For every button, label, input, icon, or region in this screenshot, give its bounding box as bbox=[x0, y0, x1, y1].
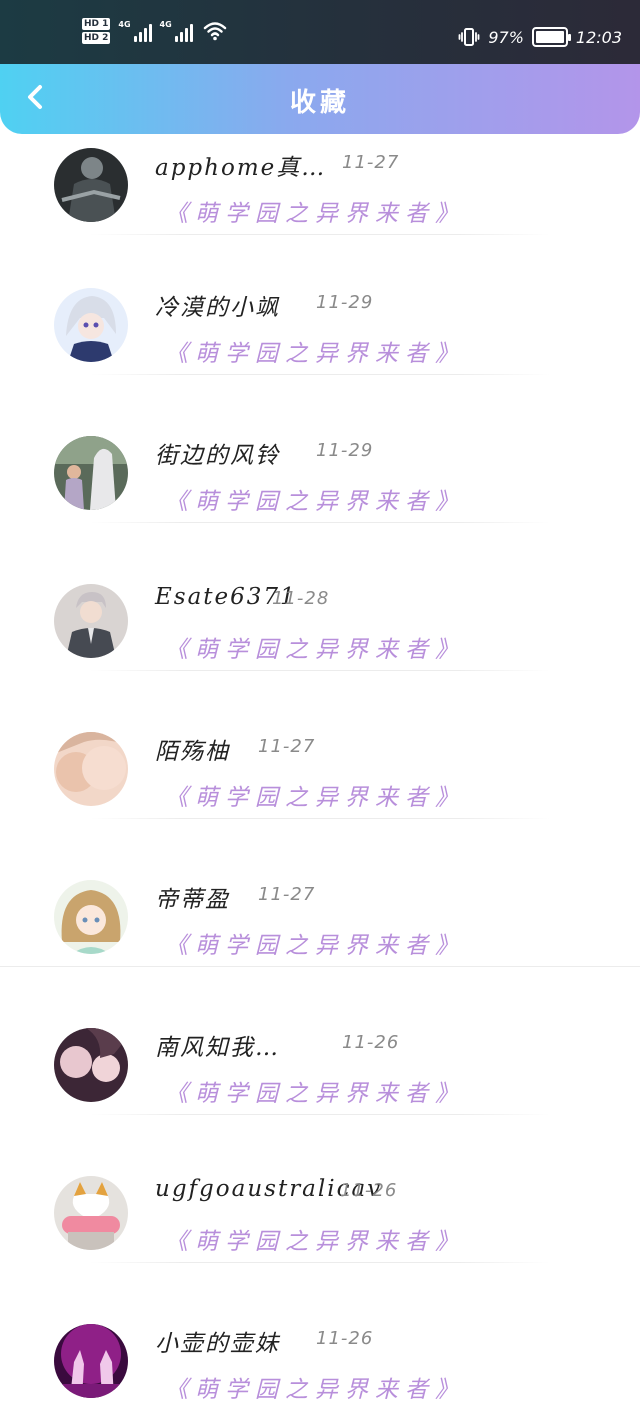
book-title-link[interactable]: 《萌学园之异界来者》 bbox=[165, 630, 465, 664]
post-date: 11-29 bbox=[316, 440, 374, 461]
avatar[interactable] bbox=[54, 288, 128, 362]
post-date: 11-27 bbox=[258, 736, 316, 757]
list-item[interactable]: 陌殇柚 11-27 《萌学园之异界来者》 bbox=[0, 732, 640, 880]
divider bbox=[90, 522, 550, 523]
username: 冷漠的小飒 bbox=[155, 295, 280, 321]
post-date: 11-26 bbox=[340, 1180, 398, 1201]
divider bbox=[90, 818, 550, 819]
avatar[interactable] bbox=[54, 1324, 128, 1398]
list-item[interactable]: 南风知我… 11-26 《萌学园之异界来者》 bbox=[0, 1028, 640, 1176]
post-date: 11-26 bbox=[342, 1032, 400, 1053]
avatar[interactable] bbox=[54, 732, 128, 806]
username: apphome真… bbox=[155, 155, 327, 181]
book-title-link[interactable]: 《萌学园之异界来者》 bbox=[165, 334, 465, 368]
divider bbox=[90, 1262, 550, 1263]
list-item[interactable]: 冷漠的小飒 11-29 《萌学园之异界来者》 bbox=[0, 288, 640, 436]
username: 南风知我… bbox=[155, 1035, 280, 1061]
divider bbox=[90, 1114, 550, 1115]
list-item[interactable]: apphome真… 11-27 《萌学园之异界来者》 bbox=[0, 148, 640, 296]
username: 帝蒂盈 bbox=[155, 887, 230, 913]
list-item[interactable]: 帝蒂盈 11-27 《萌学园之异界来者》 bbox=[0, 880, 640, 1028]
book-title-link[interactable]: 《萌学园之异界来者》 bbox=[165, 926, 465, 960]
post-date: 11-29 bbox=[316, 292, 374, 313]
username: 街边的风铃 bbox=[155, 443, 280, 469]
username: 陌殇柚 bbox=[155, 739, 230, 765]
avatar[interactable] bbox=[54, 436, 128, 510]
book-title-link[interactable]: 《萌学园之异界来者》 bbox=[165, 194, 465, 228]
divider bbox=[90, 670, 550, 671]
avatar[interactable] bbox=[54, 1176, 128, 1250]
book-title-link[interactable]: 《萌学园之异界来者》 bbox=[165, 778, 465, 812]
avatar[interactable] bbox=[54, 584, 128, 658]
post-date: 11-27 bbox=[258, 884, 316, 905]
post-date: 11-28 bbox=[272, 588, 330, 609]
favorites-list: apphome真… 11-27 《萌学园之异界来者》 冷漠的小飒 11-29 《… bbox=[0, 0, 640, 1422]
list-item[interactable]: ugfgoaustralicav 11-26 《萌学园之异界来者》 bbox=[0, 1176, 640, 1324]
username: 小壶的壶妹 bbox=[155, 1331, 280, 1357]
avatar[interactable] bbox=[54, 880, 128, 954]
book-title-link[interactable]: 《萌学园之异界来者》 bbox=[165, 1074, 465, 1108]
divider bbox=[0, 966, 640, 967]
divider bbox=[90, 234, 550, 235]
book-title-link[interactable]: 《萌学园之异界来者》 bbox=[165, 1370, 465, 1404]
app-header: 收藏 bbox=[0, 64, 640, 134]
post-date: 11-26 bbox=[316, 1328, 374, 1349]
book-title-link[interactable]: 《萌学园之异界来者》 bbox=[165, 1222, 465, 1256]
avatar[interactable] bbox=[54, 1028, 128, 1102]
list-item[interactable]: Esate6371 11-28 《萌学园之异界来者》 bbox=[0, 584, 640, 732]
page-title: 收藏 bbox=[289, 88, 350, 118]
list-item[interactable]: 街边的风铃 11-29 《萌学园之异界来者》 bbox=[0, 436, 640, 584]
book-title-link[interactable]: 《萌学园之异界来者》 bbox=[165, 482, 465, 516]
post-date: 11-27 bbox=[342, 152, 400, 173]
list-item[interactable]: 小壶的壶妹 11-26 《萌学园之异界来者》 bbox=[0, 1324, 640, 1422]
divider bbox=[90, 374, 550, 375]
avatar[interactable] bbox=[54, 148, 128, 222]
